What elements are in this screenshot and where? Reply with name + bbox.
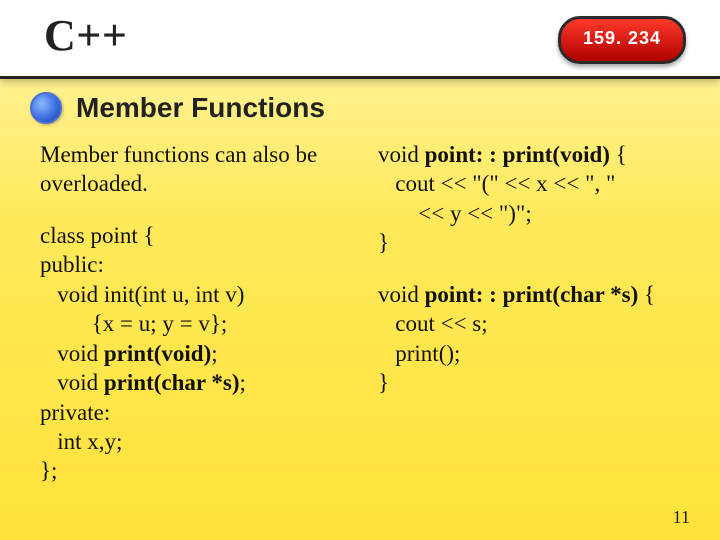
title-bar: C++ 159. 234 bbox=[0, 0, 720, 79]
sphere-bullet-icon bbox=[30, 92, 62, 124]
slide: C++ 159. 234 Member Functions Member fun… bbox=[0, 0, 720, 540]
code-line: void point: : print(void) { bbox=[378, 142, 627, 167]
code-line: } bbox=[378, 230, 389, 255]
content-body: Member functions can also be overloaded.… bbox=[40, 140, 700, 500]
code-line: print(); bbox=[378, 341, 460, 366]
left-column: Member functions can also be overloaded.… bbox=[40, 140, 372, 500]
code-line: } bbox=[378, 370, 389, 395]
code-line: {x = u; y = v}; bbox=[40, 311, 227, 336]
page-title: C++ bbox=[44, 10, 127, 61]
course-code: 159. 234 bbox=[583, 28, 661, 49]
print-char-code: void point: : print(char *s) { cout << s… bbox=[378, 280, 700, 398]
code-line: public: bbox=[40, 252, 104, 277]
code-line: << y << ")"; bbox=[378, 201, 532, 226]
class-definition-code: class point { public: void init(int u, i… bbox=[40, 221, 362, 486]
code-line: int x,y; bbox=[40, 429, 122, 454]
subtitle-row: Member Functions bbox=[30, 92, 325, 124]
section-heading: Member Functions bbox=[76, 92, 325, 124]
code-line: void print(char *s); bbox=[40, 370, 246, 395]
page-number: 11 bbox=[673, 507, 690, 528]
course-badge: 159. 234 bbox=[558, 16, 686, 64]
spacer bbox=[378, 258, 700, 280]
intro-text: Member functions can also be overloaded. bbox=[40, 140, 362, 199]
print-void-code: void point: : print(void) { cout << "(" … bbox=[378, 140, 700, 258]
code-line: private: bbox=[40, 400, 110, 425]
code-line: class point { bbox=[40, 223, 155, 248]
code-line: void print(void); bbox=[40, 341, 218, 366]
code-line: cout << s; bbox=[378, 311, 488, 336]
code-line: }; bbox=[40, 458, 57, 483]
code-line: void point: : print(char *s) { bbox=[378, 282, 655, 307]
right-column: void point: : print(void) { cout << "(" … bbox=[372, 140, 700, 500]
code-line: cout << "(" << x << ", " bbox=[378, 171, 615, 196]
code-line: void init(int u, int v) bbox=[40, 282, 244, 307]
